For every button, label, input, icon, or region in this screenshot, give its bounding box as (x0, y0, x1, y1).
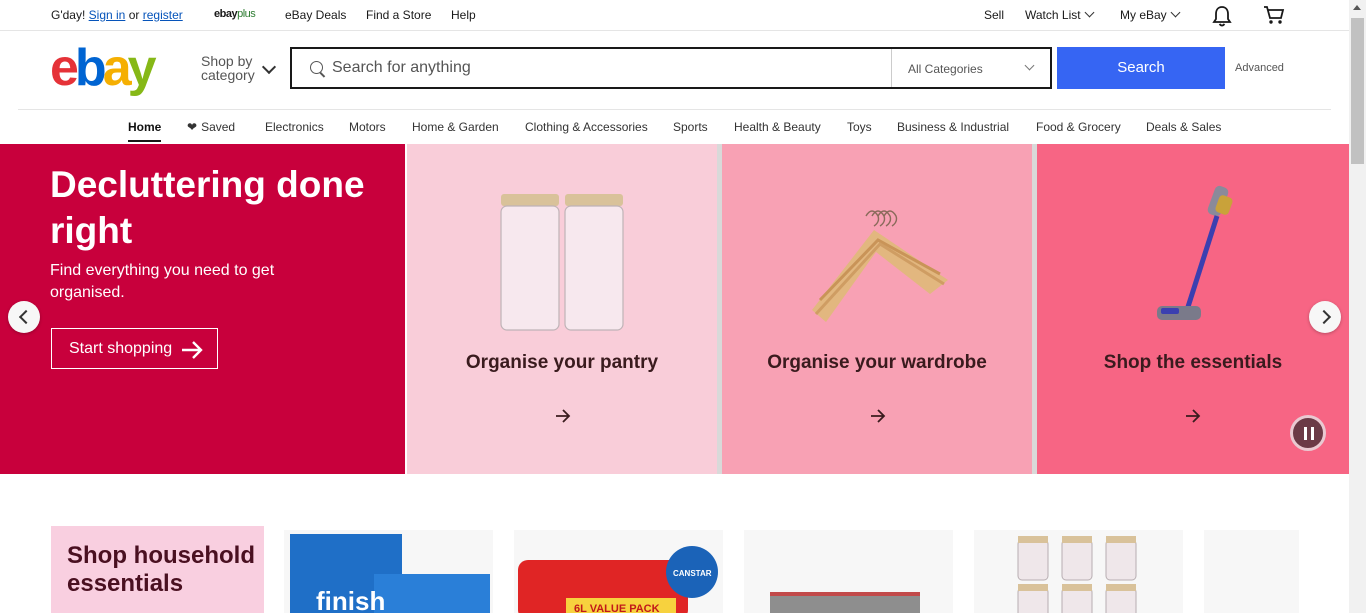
search-input[interactable] (332, 49, 882, 87)
logo-letter-y: y (127, 39, 157, 97)
arrow-right-icon (1186, 409, 1201, 423)
nav-item-toys[interactable]: Toys (847, 120, 872, 134)
start-shopping-button[interactable]: Start shopping (51, 328, 218, 369)
dishwasher-tablets-image: finish (290, 534, 490, 613)
nav-item-clothing[interactable]: Clothing & Accessories (525, 120, 648, 134)
my-ebay-label: My eBay (1120, 8, 1167, 22)
product-card-storage[interactable] (744, 530, 953, 613)
category-nav: Home ❤ Saved Electronics Motors Home & Ga… (0, 120, 1349, 144)
hero-carousel: Decluttering done right Find everything … (0, 144, 1349, 474)
chevron-left-icon (18, 309, 34, 325)
nav-item-food-grocery[interactable]: Food & Grocery (1036, 120, 1121, 134)
tile-pantry-label: Organise your pantry (465, 352, 659, 373)
arrow-right-icon (556, 409, 571, 423)
watch-list-menu[interactable]: Watch List (1025, 7, 1095, 22)
detergent-image: 6L VALUE PACK CANSTAR (518, 546, 718, 613)
product-card-partial[interactable] (1204, 530, 1299, 613)
logo-letter-b: b (74, 39, 107, 97)
arrow-right-icon (182, 341, 203, 359)
watch-list-label: Watch List (1025, 8, 1081, 22)
product-card-finish[interactable]: finish (284, 530, 493, 613)
value-pack-text: 6L VALUE PACK (574, 603, 660, 613)
promo-title: Shop household essentials (67, 542, 255, 597)
ebay-plus-suffix: plus (237, 8, 256, 20)
product-card-jars[interactable] (974, 530, 1183, 613)
storage-box-image (770, 592, 920, 613)
chevron-down-icon (1084, 7, 1095, 18)
nav-item-sports[interactable]: Sports (673, 120, 708, 134)
start-shopping-label: Start shopping (69, 340, 173, 357)
chevron-down-icon[interactable] (261, 59, 277, 75)
or-text: or (128, 8, 140, 22)
my-ebay-menu[interactable]: My eBay (1120, 7, 1181, 22)
tile-essentials-label: Shop the essentials (1103, 352, 1283, 373)
shop-by-category-button[interactable]: Shop by category (201, 54, 255, 82)
jar-set-image (1017, 536, 1137, 613)
hero-title: Decluttering done right (50, 164, 365, 251)
tile-wardrobe-label: Organise your wardrobe (767, 352, 987, 373)
household-promo[interactable]: Shop household essentials (51, 526, 264, 613)
ebay-plus-brand: ebay (214, 8, 238, 20)
search-icon (310, 61, 323, 74)
logo-letter-a: a (102, 39, 132, 97)
search-bar: All Categories (290, 47, 1052, 89)
carousel-next-button[interactable] (1309, 301, 1341, 333)
tile-wardrobe[interactable]: Organise your wardrobe (722, 144, 1032, 474)
logo-letter-e: e (50, 39, 79, 97)
ebay-deals-link[interactable]: eBay Deals (285, 8, 346, 22)
scroll-up-icon[interactable] (1353, 5, 1361, 10)
nav-item-saved-label: Saved (201, 120, 236, 134)
greeting-text: G'day! (51, 8, 86, 22)
help-link[interactable]: Help (451, 8, 476, 22)
nav-item-saved[interactable]: ❤ Saved (187, 120, 235, 134)
cart-icon[interactable] (1263, 5, 1285, 25)
carousel-prev-button[interactable] (8, 301, 40, 333)
scrollbar-thumb[interactable] (1351, 18, 1364, 164)
nav-item-home-garden[interactable]: Home & Garden (412, 120, 499, 134)
nav-item-motors[interactable]: Motors (349, 120, 386, 134)
page-scrollbar[interactable] (1349, 0, 1366, 613)
ebay-logo[interactable]: ebay (50, 39, 157, 97)
search-button[interactable]: Search (1057, 47, 1225, 89)
chevron-down-icon (1024, 60, 1035, 71)
find-store-link[interactable]: Find a Store (366, 8, 431, 22)
greeting-area: G'day! Sign in or register (51, 8, 183, 22)
nav-item-deals[interactable]: Deals & Sales (1146, 120, 1221, 134)
category-select-value: All Categories (908, 62, 983, 76)
ebay-plus-link[interactable]: ebayplus (214, 8, 256, 20)
category-select[interactable]: All Categories (891, 49, 1051, 87)
sell-link[interactable]: Sell (984, 8, 1004, 22)
header-divider (18, 109, 1331, 110)
carousel-pause-button[interactable] (1290, 415, 1326, 451)
vacuum-image (1157, 185, 1233, 320)
nav-item-home[interactable]: Home (128, 120, 161, 134)
nav-active-indicator (128, 140, 161, 142)
nav-item-electronics[interactable]: Electronics (265, 120, 324, 134)
hangers-image (812, 210, 948, 322)
canstar-badge-text: CANSTAR (673, 569, 712, 578)
top-bar: G'day! Sign in or register ebayplus eBay… (0, 0, 1349, 31)
heart-icon: ❤ (187, 120, 198, 134)
hero-banner: Decluttering done right Find everything … (0, 144, 405, 474)
sign-in-link[interactable]: Sign in (89, 8, 126, 22)
advanced-search-link[interactable]: Advanced (1235, 62, 1284, 74)
chevron-right-icon (1316, 309, 1332, 325)
nav-item-business[interactable]: Business & Industrial (897, 120, 1009, 134)
finish-brand-text: finish (316, 586, 385, 613)
nav-item-health-beauty[interactable]: Health & Beauty (734, 120, 821, 134)
arrow-right-icon (871, 409, 886, 423)
shop-by-line2: category (201, 67, 255, 83)
notification-bell-icon[interactable] (1212, 5, 1232, 27)
tile-pantry[interactable]: Organise your pantry (407, 144, 717, 474)
shop-by-line1: Shop by (201, 53, 253, 69)
chevron-down-icon (1170, 7, 1181, 18)
register-link[interactable]: register (143, 8, 183, 22)
jars-image (500, 194, 624, 331)
product-card-detergent[interactable]: 6L VALUE PACK CANSTAR (514, 530, 723, 613)
pause-icon (1304, 427, 1307, 440)
hero-subtitle: Find everything you need to get organise… (50, 262, 275, 301)
